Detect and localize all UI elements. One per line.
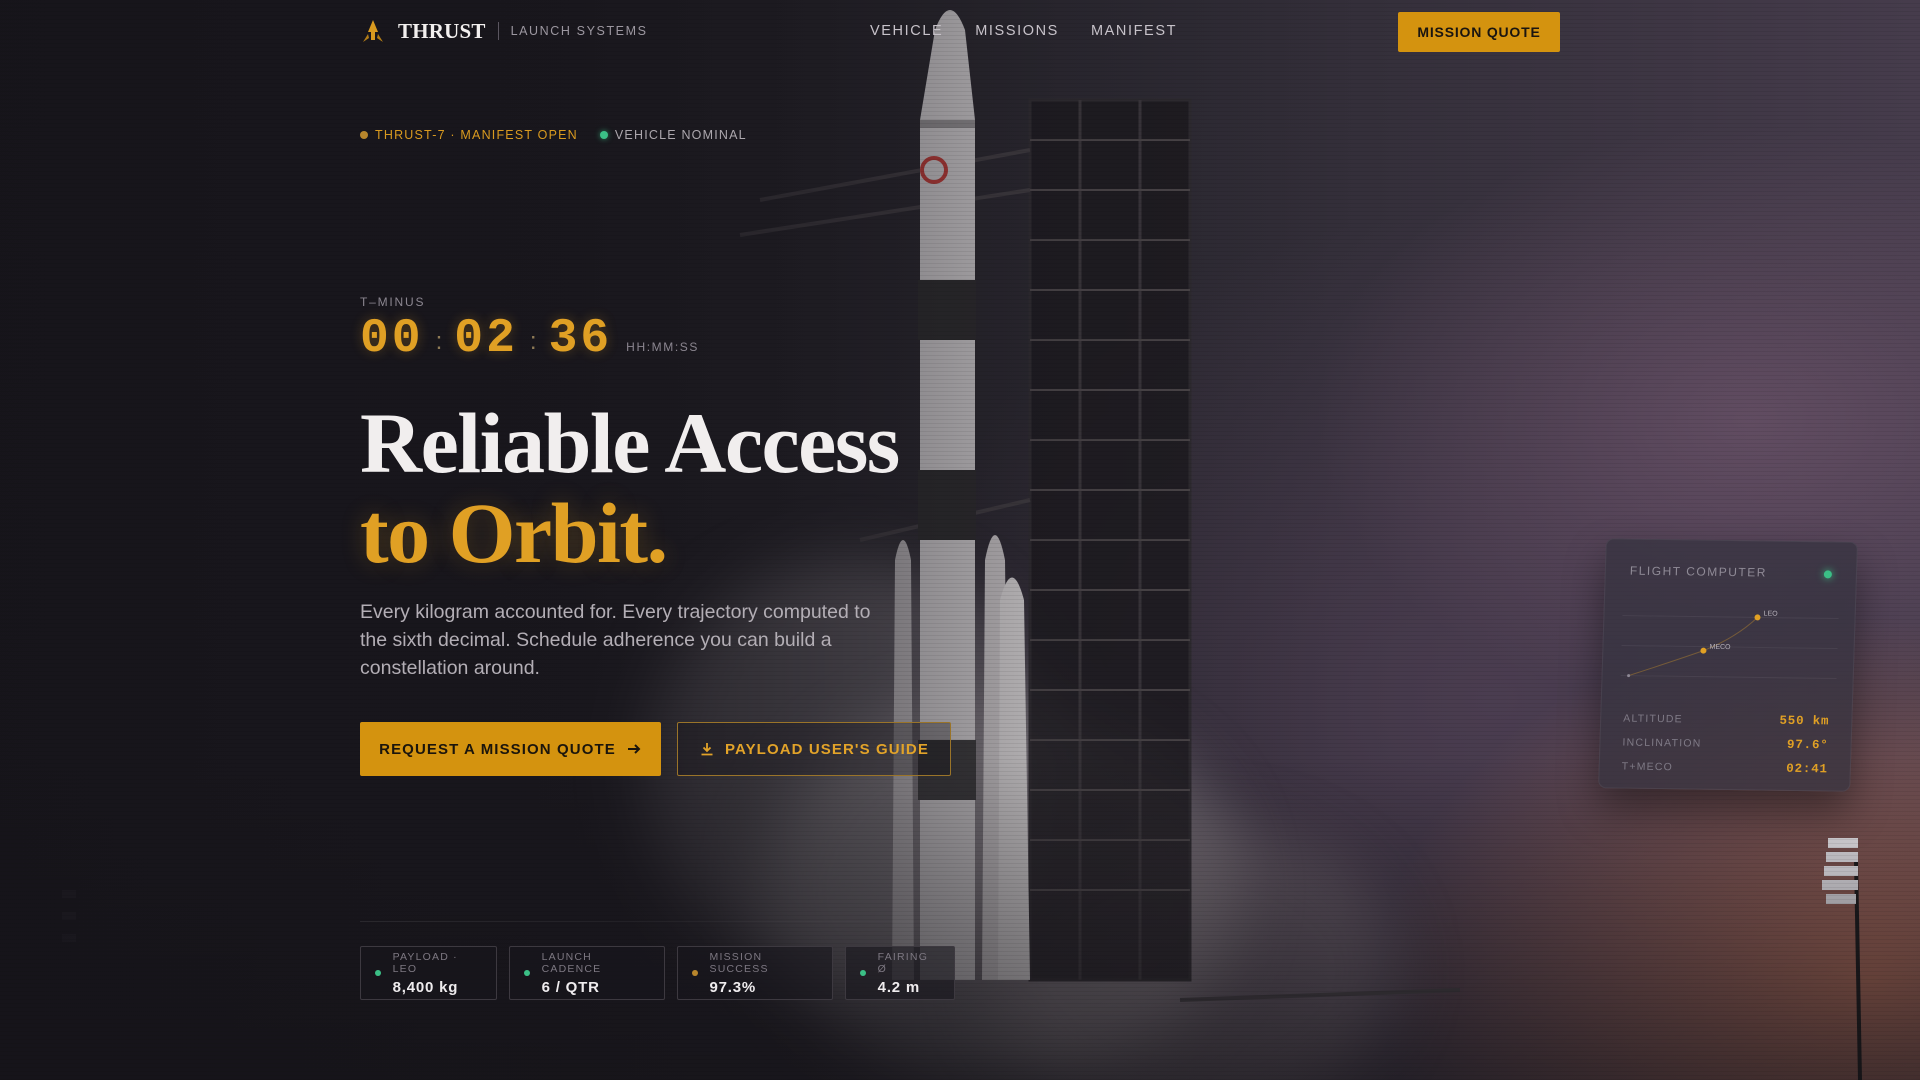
stat-value: 4.2 m xyxy=(877,978,921,996)
countdown-timer: 00 : 02 : 36 HH:MM:SS xyxy=(360,312,699,366)
flight-computer-title: FLIGHT COMPUTER xyxy=(1629,563,1768,580)
plot-meco-label: MECO xyxy=(1709,644,1731,651)
countdown-separator: : xyxy=(529,328,537,355)
status-led-icon xyxy=(1823,570,1833,579)
stats-divider xyxy=(360,921,960,922)
plot-meco-point xyxy=(1700,647,1707,654)
request-quote-button[interactable]: REQUEST A MISSION QUOTE xyxy=(360,722,661,776)
fc-key: ALTITUDE xyxy=(1623,712,1684,726)
brand[interactable]: THRUST LAUNCH SYSTEMS xyxy=(360,18,648,44)
stat-value: 8,400 kg xyxy=(392,978,459,996)
countdown-hours: 00 xyxy=(360,312,424,366)
vehicle-status: VEHICLE NOMINAL xyxy=(599,128,747,142)
stat-dot xyxy=(692,970,698,976)
countdown-separator: : xyxy=(435,328,443,355)
primary-nav: VEHICLE MISSIONS MANIFEST xyxy=(870,23,1177,39)
stat-dot xyxy=(524,970,530,976)
nav-link-manifest[interactable]: MANIFEST xyxy=(1091,23,1177,39)
fc-value: 97.6° xyxy=(1786,737,1829,753)
payload-guide-button[interactable]: PAYLOAD USER'S GUIDE xyxy=(677,722,951,776)
stat-label: LAUNCH CADENCE xyxy=(541,950,602,975)
request-quote-label: REQUEST A MISSION QUOTE xyxy=(379,740,616,758)
fc-key: INCLINATION xyxy=(1622,736,1702,750)
status-dot-amber xyxy=(360,131,368,139)
brand-divider xyxy=(497,22,499,40)
stats-row: PAYLOAD · LEO 8,400 kg LAUNCH CADENCE 6 … xyxy=(360,946,955,1000)
rocket-logo-icon xyxy=(363,20,383,42)
fc-value: 550 km xyxy=(1779,713,1830,729)
mission-quote-button[interactable]: MISSION QUOTE xyxy=(1398,12,1560,52)
status-row: THRUST-7 · MANIFEST OPEN VEHICLE NOMINAL xyxy=(360,128,747,142)
stat-value: 97.3% xyxy=(709,978,757,996)
nav-link-vehicle[interactable]: VEHICLE xyxy=(870,23,943,39)
trajectory-plot: MECO LEO xyxy=(1620,611,1839,680)
fc-value: 02:41 xyxy=(1786,761,1828,777)
headline-line-2: to Orbit. xyxy=(360,485,668,581)
payload-guide-label: PAYLOAD USER'S GUIDE xyxy=(725,740,929,758)
fc-row-tmeco: T+MECO 02:41 xyxy=(1622,760,1828,777)
vehicle-status-text: VEHICLE NOMINAL xyxy=(614,128,747,142)
manifest-status-text: THRUST-7 · MANIFEST OPEN xyxy=(375,128,578,142)
stat-dot xyxy=(860,970,866,976)
fc-key: T+MECO xyxy=(1621,760,1674,774)
countdown-minutes: 02 xyxy=(454,312,518,366)
status-dot-green xyxy=(599,131,608,139)
stat-success: MISSION SUCCESS 97.3% xyxy=(677,946,833,1000)
flight-computer-card: FLIGHT COMPUTER MECO LEO ALTITUDE 550 km… xyxy=(1598,538,1858,792)
headline-line-1: Reliable Access xyxy=(360,395,900,491)
fc-row-altitude: ALTITUDE 550 km xyxy=(1623,712,1829,729)
plot-origin-point xyxy=(1627,674,1631,678)
brand-tagline: LAUNCH SYSTEMS xyxy=(510,24,648,38)
top-navigation: THRUST LAUNCH SYSTEMS VEHICLE MISSIONS M… xyxy=(0,0,1920,64)
manifest-status: THRUST-7 · MANIFEST OPEN xyxy=(360,128,578,142)
nav-link-missions[interactable]: MISSIONS xyxy=(975,23,1059,39)
stat-fairing: FAIRING Ø 4.2 m xyxy=(845,946,955,1000)
arrow-right-icon xyxy=(627,744,641,754)
stat-cadence: LAUNCH CADENCE 6 / QTR xyxy=(509,946,665,1000)
fc-row-inclination: INCLINATION 97.6° xyxy=(1622,736,1828,753)
stat-label: PAYLOAD · LEO xyxy=(392,950,458,975)
hero-headline: Reliable Access to Orbit. xyxy=(360,395,900,581)
download-icon xyxy=(701,743,713,756)
stat-payload: PAYLOAD · LEO 8,400 kg xyxy=(360,946,497,1000)
stat-value: 6 / QTR xyxy=(541,978,600,996)
plot-leo-label: LEO xyxy=(1764,611,1779,618)
brand-name: THRUST xyxy=(398,18,486,43)
countdown-seconds: 36 xyxy=(548,312,613,366)
stat-label: MISSION SUCCESS xyxy=(709,950,769,975)
countdown-unit: HH:MM:SS xyxy=(626,340,699,354)
stat-dot xyxy=(375,970,381,976)
stat-label: FAIRING Ø xyxy=(877,950,929,975)
countdown-label: T–MINUS xyxy=(360,295,426,309)
hero-lead: Every kilogram accounted for. Every traj… xyxy=(360,601,871,679)
